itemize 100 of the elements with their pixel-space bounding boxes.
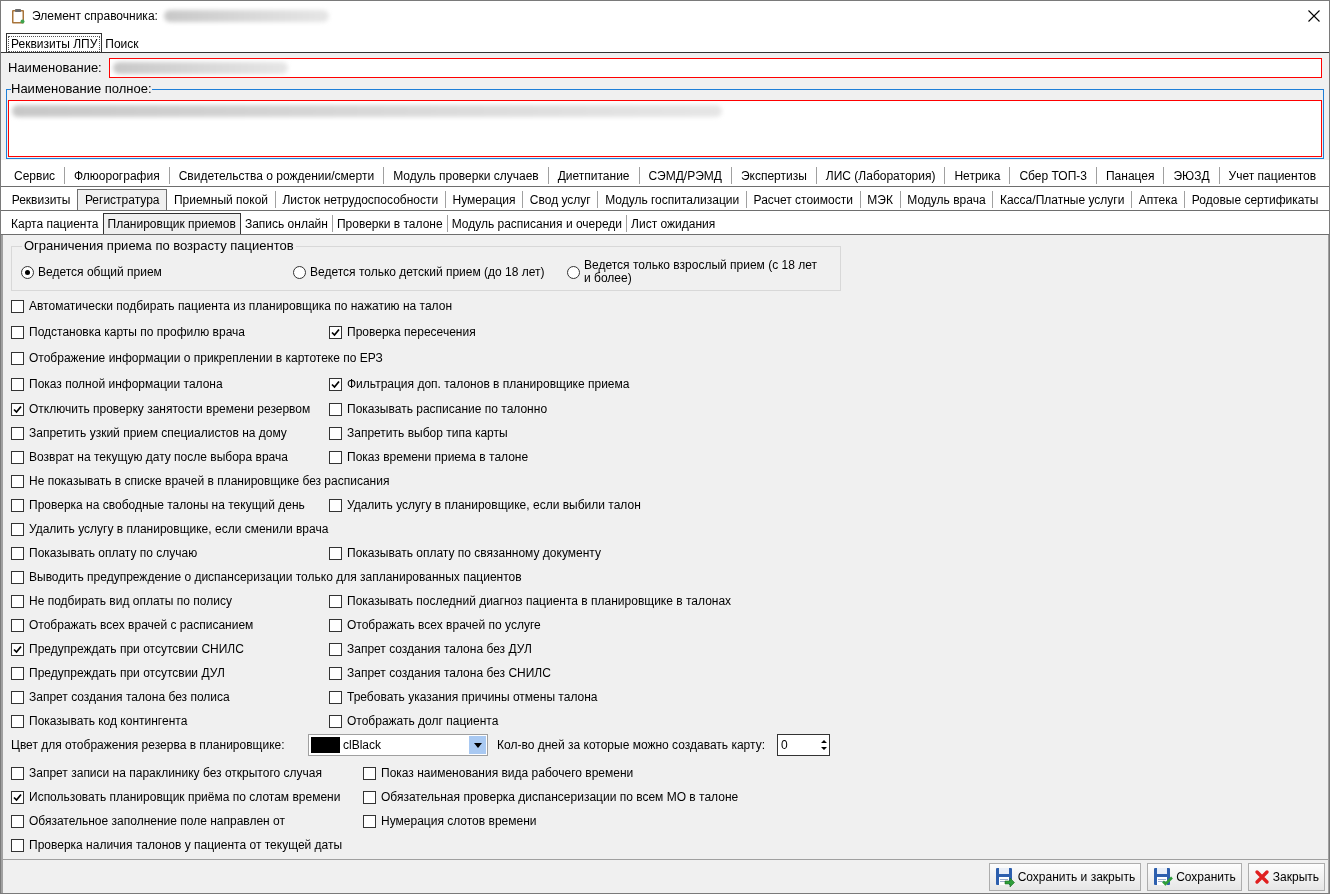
checkbox[interactable] [11,618,24,632]
checkbox-label: Показывать последний диагноз пациента в планировщике в талонах [347,593,732,610]
checkbox[interactable] [11,814,24,828]
number-spin-field[interactable]: 0 [777,734,830,756]
tab[interactable]: Реквизиты ЛПУ [6,33,103,52]
checkbox[interactable] [11,426,24,440]
checkbox-label: Подстановка карты по профилю врача [29,324,245,341]
radio-button[interactable] [293,265,306,279]
checkbox-label: Отображение информации о прикреплении в картотеке по ЕРЗ [29,350,383,367]
radio-label: Ведется только детский прием (до 18 лет) [310,264,545,281]
checkbox[interactable] [11,570,24,584]
checkbox[interactable] [11,325,24,339]
checkbox-label: Отключить проверку занятости времени резервом [29,401,311,418]
tab[interactable]: Проверки в талоне [332,215,448,232]
checkbox-label: Показывать оплату по случаю [29,545,198,562]
tab[interactable]: Модуль госпитализации [598,191,747,208]
checkbox[interactable] [363,790,376,804]
checkbox[interactable] [329,714,342,728]
checkbox[interactable] [329,402,342,416]
name-input-field[interactable] [108,58,1322,78]
checkbox-label: Запрет записи на параклинику без открытого случая [29,765,322,782]
checkbox[interactable] [11,642,24,656]
checkbox[interactable] [329,426,342,440]
tab[interactable]: Лист ожидания [627,215,720,232]
checkbox[interactable] [11,690,24,704]
checkbox[interactable] [329,594,342,608]
checkbox[interactable] [329,666,342,680]
checkbox[interactable] [329,618,342,632]
tab[interactable]: Планировщик приемов [102,213,241,234]
group-title: Наименование полное: [11,82,152,96]
tab[interactable]: Нетрика [945,167,1011,184]
radio-button[interactable] [567,265,580,279]
tab[interactable]: Свидетельства о рождении/смерти [169,167,385,184]
color-dropdown[interactable]: clBlack [308,734,488,756]
checkbox[interactable] [11,474,24,488]
checkbox[interactable] [329,642,342,656]
close-icon[interactable] [1308,9,1320,22]
checkbox-label: Автоматически подбирать пациента из планировщика по нажатию на талон [29,298,453,315]
checkbox[interactable] [11,666,24,680]
checkbox[interactable] [329,690,342,704]
tab[interactable]: Расчет стоимости [746,191,861,208]
checkbox[interactable] [329,325,342,339]
checkbox[interactable] [329,498,342,512]
tab[interactable]: ЭЮЗД [1164,167,1220,184]
tab[interactable]: Реквизиты [5,191,78,208]
tab[interactable]: Диетпитание [548,167,640,184]
tab[interactable]: СЭМД/РЭМД [639,167,732,184]
radio-button[interactable] [21,265,34,279]
tab[interactable]: Свод услуг [523,191,599,208]
field-label: Кол-во дней за которые можно создавать карту: [497,737,766,754]
full-name-text-area[interactable] [8,100,1322,157]
tab[interactable]: Поиск [102,35,142,52]
spin-arrows-icon[interactable] [820,738,828,752]
checkbox[interactable] [11,766,24,780]
tab[interactable]: Аптека [1132,191,1186,208]
tab[interactable]: Экспертизы [731,167,817,184]
checkbox[interactable] [329,546,342,560]
tab[interactable]: Сбер ТОП-3 [1010,167,1097,184]
tab[interactable]: Модуль проверки случаев [384,167,549,184]
checkbox[interactable] [329,377,342,391]
tab[interactable]: МЭК [860,191,901,208]
checkbox[interactable] [11,377,24,391]
tab[interactable]: Панацея [1096,167,1165,184]
checkbox-label: Отображать всех врачей по услуге [347,617,541,634]
checkbox-label: Запретить узкий прием специалистов на дому [29,425,287,442]
tab[interactable]: Нумерация [445,191,524,208]
tab[interactable]: Запись онлайн [240,215,333,232]
tab[interactable]: Учет пациентов [1219,167,1326,184]
field-label: Наименование: [7,59,102,78]
tab[interactable]: Родовые сертификаты [1185,191,1326,208]
checkbox[interactable] [11,838,24,852]
checkbox[interactable] [11,790,24,804]
tab[interactable]: Карта пациента [7,215,103,232]
tab[interactable]: ЛИС (Лаборатория) [816,167,946,184]
tab[interactable]: Регистратура [77,189,168,210]
checkbox[interactable] [329,450,342,464]
tab[interactable]: Приемный покой [167,191,276,208]
checkbox[interactable] [11,299,24,313]
tab[interactable]: Сервис [5,167,66,184]
tab[interactable]: Флюорография [65,167,170,184]
radio-label: Ведется общий прием [38,264,162,281]
save-button[interactable]: Сохранить [1147,862,1242,891]
tab[interactable]: Листок нетрудоспособности [275,191,446,208]
checkbox[interactable] [11,498,24,512]
checkbox[interactable] [11,714,24,728]
tab[interactable]: Касса/Платные услуги [993,191,1133,208]
checkbox[interactable] [11,546,24,560]
checkbox[interactable] [11,450,24,464]
checkbox[interactable] [11,594,24,608]
tab[interactable]: Модуль врача [900,191,994,208]
checkbox[interactable] [363,766,376,780]
save-and-close-button[interactable]: Сохранить и закрыть [988,862,1142,891]
checkbox[interactable] [363,814,376,828]
checkbox[interactable] [11,402,24,416]
checkbox[interactable] [11,351,24,365]
checkbox-label: Фильтрация доп. талонов в планировщике приема [347,376,630,393]
checkbox[interactable] [11,522,24,536]
close-button[interactable]: Закрыть [1247,862,1325,891]
tab[interactable]: Модуль расписания и очереди [447,215,628,232]
close-icon [1253,868,1270,885]
